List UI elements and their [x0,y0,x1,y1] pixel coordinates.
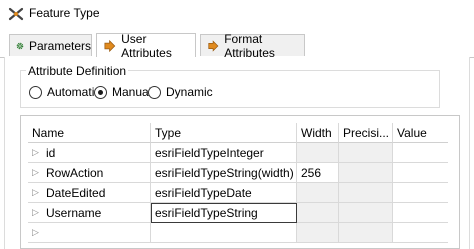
radio-dynamic-circle[interactable] [148,85,161,99]
row-expand-icon[interactable]: ▷ [32,227,40,238]
radio-dynamic-label: Dynamic [166,85,213,99]
tab-format-attributes[interactable]: Format Attributes [200,32,305,60]
attribute-definition-label: Attribute Definition [26,64,129,78]
table-row[interactable]: ▷ DateEdited esriFieldTypeDate [28,183,448,203]
name-cell-text: Username [46,205,102,220]
width-cell [297,183,339,203]
type-cell[interactable]: esriFieldTypeDate [151,183,297,203]
type-cell[interactable]: esriFieldTypeInteger [151,143,297,163]
window-title: Feature Type [29,6,100,20]
width-cell [297,203,339,223]
radio-automatic-circle[interactable] [29,85,42,99]
name-cell-text: id [46,145,56,160]
fme-app-icon [8,7,24,21]
precision-cell [339,183,393,203]
column-header-name[interactable]: Name [28,123,151,143]
tab-user-attributes[interactable]: User Attributes [96,31,196,60]
column-header-type[interactable]: Type [151,123,297,143]
row-expand-icon[interactable]: ▷ [32,167,40,178]
name-cell[interactable]: ▷ DateEdited [28,183,151,203]
type-cell-editing[interactable]: esriFieldTypeString [151,203,297,223]
precision-cell [339,203,393,223]
value-cell[interactable] [393,143,448,163]
table-row[interactable]: ▷ id esriFieldTypeInteger [28,143,448,163]
column-header-value[interactable]: Value [393,123,448,143]
radio-dynamic[interactable]: Dynamic [148,85,213,99]
precision-cell [339,223,393,243]
radio-manual-circle[interactable] [94,85,107,99]
precision-cell [339,163,393,183]
name-cell[interactable]: ▷ Username [28,203,151,223]
radio-automatic-label: Automatic [47,85,101,99]
name-cell[interactable]: ▷ RowAction [28,163,151,183]
tab-bar: Parameters User Attributes Format Attrib… [0,31,474,60]
title-bar: Feature Type [0,0,474,28]
row-expand-icon[interactable]: ▷ [32,147,40,158]
value-cell[interactable] [393,163,448,183]
type-cell[interactable] [151,223,297,243]
radio-automatic[interactable]: Automatic [29,85,100,99]
tab-parameters-label: Parameters [28,38,91,53]
name-cell[interactable]: ▷ id [28,143,151,163]
radio-manual-label: Manual [112,85,152,99]
value-cell[interactable] [393,183,448,203]
row-expand-icon[interactable]: ▷ [32,207,40,218]
tab-user-attributes-label: User Attributes [121,31,172,60]
width-cell[interactable]: 256 [297,163,339,183]
name-cell[interactable]: ▷ [28,223,151,243]
column-header-width[interactable]: Width [297,123,339,143]
precision-cell [339,143,393,163]
arrow-right-icon [208,39,219,52]
table-row[interactable]: ▷ Username esriFieldTypeString [28,203,448,223]
gear-icon [16,42,24,49]
width-cell [297,223,339,243]
table-row[interactable]: ▷ RowAction esriFieldTypeString(width) 25… [28,163,448,183]
column-header-precision[interactable]: Precisi... [339,123,393,143]
name-cell-text: RowAction [46,165,104,180]
name-cell-text: DateEdited [46,185,106,200]
value-cell[interactable] [393,203,448,223]
radio-manual[interactable]: Manual [94,85,151,99]
tab-format-attributes-label: Format Attributes [224,31,275,60]
table-row-new[interactable]: ▷ [28,223,448,243]
type-cell[interactable]: esriFieldTypeString(width) [151,163,297,183]
row-expand-icon[interactable]: ▷ [32,187,40,198]
width-cell [297,143,339,163]
tab-parameters[interactable]: Parameters [9,34,92,56]
table-header: Name Type Width Precisi... Value [28,123,448,143]
value-cell[interactable] [393,223,448,243]
arrow-right-icon [104,39,116,52]
